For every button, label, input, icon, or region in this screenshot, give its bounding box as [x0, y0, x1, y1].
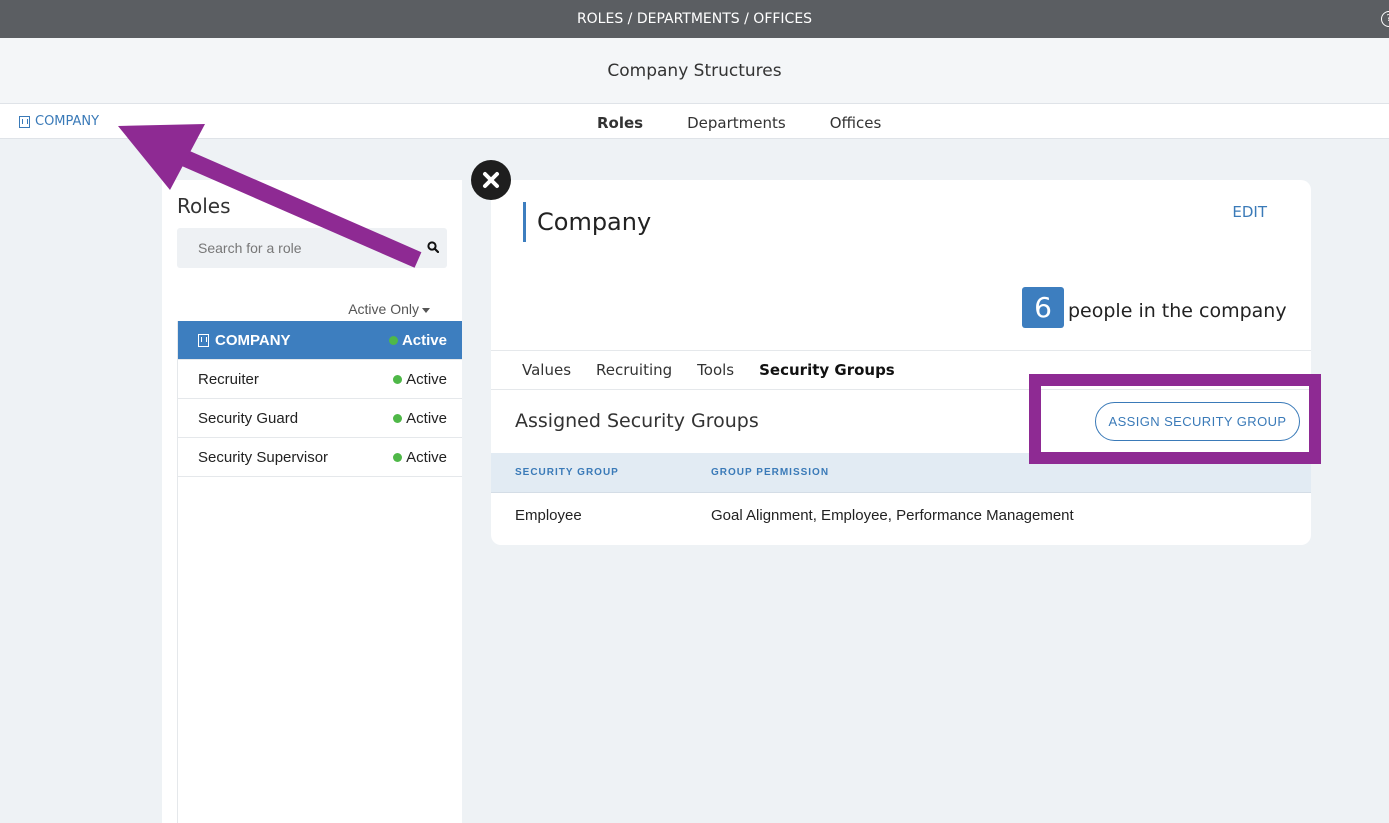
assign-security-group-button[interactable]: ASSIGN SECURITY GROUP: [1095, 402, 1300, 441]
roles-title: Roles: [177, 194, 231, 218]
role-item-label: COMPANY: [215, 331, 291, 349]
search-icon[interactable]: [427, 241, 439, 253]
column-header-group-permission: GROUP PERMISSION: [711, 467, 830, 478]
role-status: Active: [406, 370, 447, 388]
role-status: Active: [406, 409, 447, 427]
group-permission-cell: Goal Alignment, Employee, Performance Ma…: [711, 507, 1074, 524]
tab-recruiting[interactable]: Recruiting: [596, 361, 672, 379]
role-status: Active: [406, 448, 447, 466]
tab-departments[interactable]: Departments: [687, 114, 786, 132]
active-dot-icon: [388, 335, 398, 345]
role-search-input[interactable]: [177, 228, 447, 268]
active-dot-icon: [393, 413, 403, 423]
section-title: Assigned Security Groups: [515, 410, 759, 432]
roles-panel: Roles Active Only COMPANY Active Recruit…: [162, 180, 462, 823]
help-icon[interactable]: ?: [1381, 11, 1389, 27]
active-dot-icon: [393, 374, 403, 384]
active-only-filter[interactable]: Active Only: [348, 301, 430, 317]
column-header-security-group: SECURITY GROUP: [515, 467, 619, 478]
structure-nav: COMPANY Roles Departments Offices: [0, 104, 1389, 139]
tab-tools[interactable]: Tools: [697, 361, 734, 379]
caret-down-icon: [422, 307, 430, 313]
company-link-label: COMPANY: [35, 114, 100, 129]
top-bar-title: ROLES / DEPARTMENTS / OFFICES: [576, 11, 813, 27]
close-button[interactable]: [471, 160, 511, 200]
people-count-badge: 6: [1022, 287, 1064, 328]
role-list: COMPANY Active Recruiter Active Security…: [177, 321, 462, 823]
role-detail-title: Company: [523, 202, 651, 242]
company-link[interactable]: COMPANY: [19, 114, 99, 129]
tab-offices[interactable]: Offices: [830, 114, 882, 132]
building-icon: [198, 333, 209, 347]
active-dot-icon: [393, 452, 403, 462]
structure-tabs: Roles Departments Offices: [597, 114, 881, 132]
edit-link[interactable]: EDIT: [1232, 203, 1267, 221]
page-title: Company Structures: [607, 60, 782, 81]
role-status: Active: [401, 331, 447, 349]
role-item-label: Security Guard: [198, 409, 299, 427]
tab-values[interactable]: Values: [522, 361, 571, 379]
table-header: SECURITY GROUP GROUP PERMISSION: [491, 453, 1311, 493]
close-icon: [483, 172, 499, 188]
active-only-label: Active Only: [348, 301, 419, 317]
detail-tabs: Values Recruiting Tools Security Groups: [491, 350, 1311, 390]
building-icon: [19, 115, 30, 128]
role-detail-card: Company EDIT 6 people in the company Val…: [491, 180, 1311, 545]
role-item-security-supervisor[interactable]: Security Supervisor Active: [178, 438, 462, 477]
role-search: [177, 228, 447, 268]
page-header: Company Structures: [0, 38, 1389, 104]
people-count-label: people in the company: [1068, 300, 1287, 322]
top-bar: ROLES / DEPARTMENTS / OFFICES ?: [0, 0, 1389, 38]
role-item-label: Recruiter: [198, 370, 259, 388]
role-item-label: Security Supervisor: [198, 448, 329, 466]
tab-security-groups[interactable]: Security Groups: [759, 361, 895, 379]
role-item-security-guard[interactable]: Security Guard Active: [178, 399, 462, 438]
security-group-cell: Employee: [515, 507, 582, 524]
role-item-recruiter[interactable]: Recruiter Active: [178, 360, 462, 399]
role-item-company[interactable]: COMPANY Active: [178, 321, 462, 360]
table-row[interactable]: Employee Goal Alignment, Employee, Perfo…: [491, 493, 1311, 537]
tab-roles[interactable]: Roles: [597, 114, 643, 132]
